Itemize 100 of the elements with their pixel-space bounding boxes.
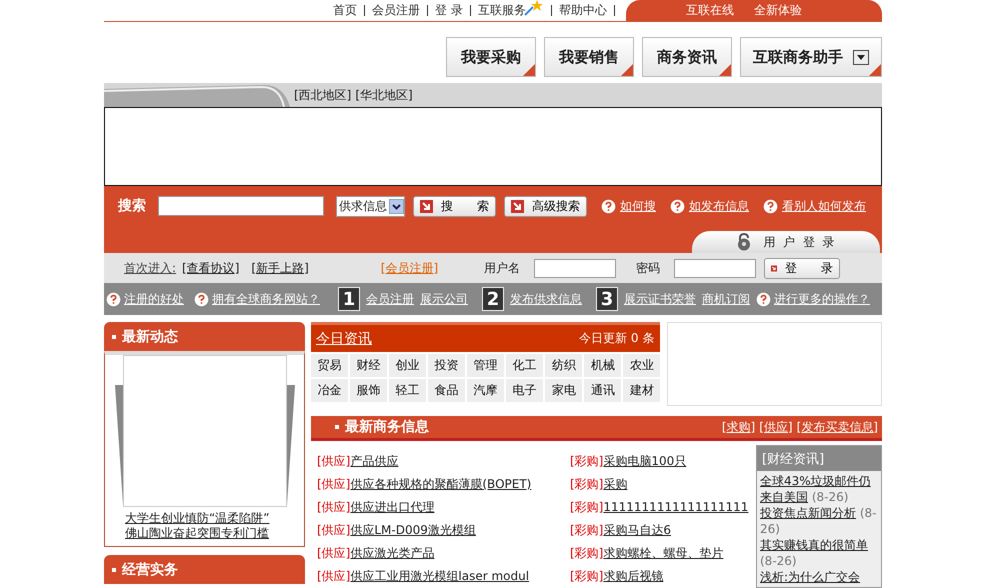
purchase-item[interactable]: [彩购]求购后视镜	[570, 568, 756, 585]
category-item[interactable]: 农业	[623, 354, 660, 377]
arrow-icon	[511, 200, 524, 212]
category-item[interactable]: 化工	[506, 354, 544, 377]
nav-button[interactable]: 我要采购	[446, 37, 536, 77]
finance-news-item[interactable]: 其实赚钱真的很简单 (8-26)	[760, 537, 878, 569]
username-field[interactable]	[534, 258, 616, 278]
help-icon	[756, 292, 771, 306]
category-item[interactable]: 创业	[389, 354, 426, 377]
nav-button[interactable]: 商务资讯	[642, 37, 732, 77]
purchase-item[interactable]: [彩购]1111111111111111111	[570, 499, 756, 516]
category-item[interactable]: 财经	[350, 354, 388, 377]
category-select[interactable]: 供求信息	[336, 196, 405, 216]
step-number: 3	[596, 287, 618, 311]
tagline-text: 互联在线	[686, 2, 734, 19]
search-label: 搜索	[118, 197, 146, 215]
corner-icon	[523, 64, 535, 76]
news-link[interactable]: 佛山陶业奋起突围专利门槛	[125, 526, 270, 541]
corner-icon	[869, 64, 881, 76]
help-link[interactable]: 拥有全球商务网站？	[212, 290, 320, 308]
step-number: 2	[482, 287, 504, 311]
category-item[interactable]: 贸易	[311, 354, 348, 377]
help-icon	[106, 292, 121, 306]
supply-item[interactable]: [供应]供应激光类产品	[317, 545, 564, 562]
panel-header: 经营实务	[104, 555, 305, 584]
panel-header: 最新动态	[104, 322, 305, 351]
search-field[interactable]	[158, 196, 324, 216]
help-icon	[601, 198, 616, 214]
action-link[interactable]: 展示公司	[420, 290, 468, 308]
action-link[interactable]: 发布供求信息	[510, 290, 582, 308]
category-item[interactable]: 管理	[467, 354, 504, 377]
category-item[interactable]: 建材	[623, 379, 660, 402]
login-help-link[interactable]: [查看协议]	[182, 260, 240, 276]
help-link[interactable]: 如发布信息	[689, 198, 749, 214]
password-label: 密码	[636, 260, 660, 276]
top-nav-link[interactable]: 会员注册	[372, 2, 420, 19]
finance-header: [财经资讯]	[757, 446, 881, 471]
dropdown-icon	[853, 50, 869, 64]
help-link[interactable]: 如何搜	[620, 198, 656, 214]
nav-button[interactable]: 我要销售	[544, 37, 634, 77]
purchase-item[interactable]: [彩购]求购螺栓、螺母、垫片	[570, 545, 756, 562]
supply-item[interactable]: [供应]供应各种规格的聚酯薄膜(BOPET)	[317, 476, 564, 493]
business-header: 最新商务信息 [求购] [供应] [发布买卖信息]	[311, 416, 882, 441]
dropdown-button[interactable]: 互联商务助手	[740, 37, 882, 77]
category-item[interactable]: 冶金	[311, 379, 348, 402]
business-link[interactable]: [供应]	[759, 418, 793, 436]
supply-item[interactable]: [供应]供应工业用激光模组laser modul	[317, 568, 564, 585]
category-item[interactable]: 投资	[428, 354, 466, 377]
category-item[interactable]: 食品	[428, 379, 466, 402]
arrow-icon	[420, 200, 433, 212]
top-nav-link[interactable]: 首页	[333, 2, 358, 19]
finance-news-item[interactable]: 全球43%垃圾邮件仍来自美国 (8-26)	[760, 473, 878, 505]
top-nav-link[interactable]: 互联服务	[478, 2, 526, 19]
category-item[interactable]: 轻工	[389, 379, 426, 402]
category-item[interactable]: 机械	[584, 354, 622, 377]
login-button[interactable]: 登 录	[764, 258, 840, 278]
username-label: 用户名	[484, 260, 520, 276]
category-item[interactable]: 电子	[506, 379, 544, 402]
first-visit-label: 首次进入:	[124, 260, 176, 276]
help-icon	[194, 292, 209, 306]
category-item[interactable]: 家电	[545, 379, 582, 402]
category-item[interactable]: 通讯	[584, 379, 622, 402]
business-link[interactable]: [发布买卖信息]	[796, 418, 878, 436]
news-link[interactable]: 大学生创业慎防“温柔陷阱”	[125, 511, 270, 526]
action-link[interactable]: 商机订阅	[702, 290, 750, 308]
password-field[interactable]	[674, 258, 756, 278]
help-link[interactable]: 进行更多的操作？	[774, 290, 870, 308]
finance-news-item[interactable]: 投资焦点新闻分析 (8-26)	[760, 505, 878, 537]
action-link[interactable]: 会员注册	[366, 290, 414, 308]
category-item[interactable]: 纺织	[545, 354, 582, 377]
finance-news-item[interactable]: 浅析:为什么广交会	[760, 569, 878, 585]
category-item[interactable]: 服饰	[350, 379, 388, 402]
purchase-item[interactable]: [彩购]采购	[570, 476, 756, 493]
supply-item[interactable]: [供应]产品供应	[317, 453, 564, 470]
corner-icon	[621, 64, 633, 76]
corner-icon	[719, 64, 731, 76]
star-icon	[524, 0, 544, 16]
supply-item[interactable]: [供应]供应LM-D009激光模组	[317, 522, 564, 539]
step-number: 1	[338, 287, 360, 311]
top-nav-link[interactable]: 帮助中心	[559, 2, 607, 19]
top-nav-link[interactable]: 登 录	[435, 2, 463, 19]
category-item[interactable]: 汽摩	[467, 379, 504, 402]
action-link[interactable]: 展示证书荣誉	[624, 290, 696, 308]
today-link[interactable]: 今日资讯	[316, 330, 372, 348]
help-icon	[670, 198, 685, 214]
tagline-text: 全新体验	[754, 2, 802, 19]
help-link[interactable]: 注册的好处	[124, 290, 184, 308]
help-icon	[763, 198, 778, 214]
region-link[interactable]: [华北地区]	[355, 87, 413, 104]
dropdown-icon	[389, 198, 404, 214]
purchase-item[interactable]: [彩购]采购电脑100只	[570, 453, 756, 470]
help-link[interactable]: 看别人如何发布	[782, 198, 866, 214]
search-button[interactable]: 搜 索	[413, 196, 496, 216]
business-link[interactable]: [求购]	[722, 418, 756, 436]
purchase-item[interactable]: [彩购]采购马自达6	[570, 522, 756, 539]
update-count: 今日更新 0 条	[579, 330, 654, 347]
login-help-link[interactable]: [新手上路]	[251, 260, 309, 276]
search-button[interactable]: 高级搜索	[504, 196, 587, 216]
supply-item[interactable]: [供应]供应进出口代理	[317, 499, 564, 516]
region-link[interactable]: [西北地区]	[294, 87, 352, 104]
